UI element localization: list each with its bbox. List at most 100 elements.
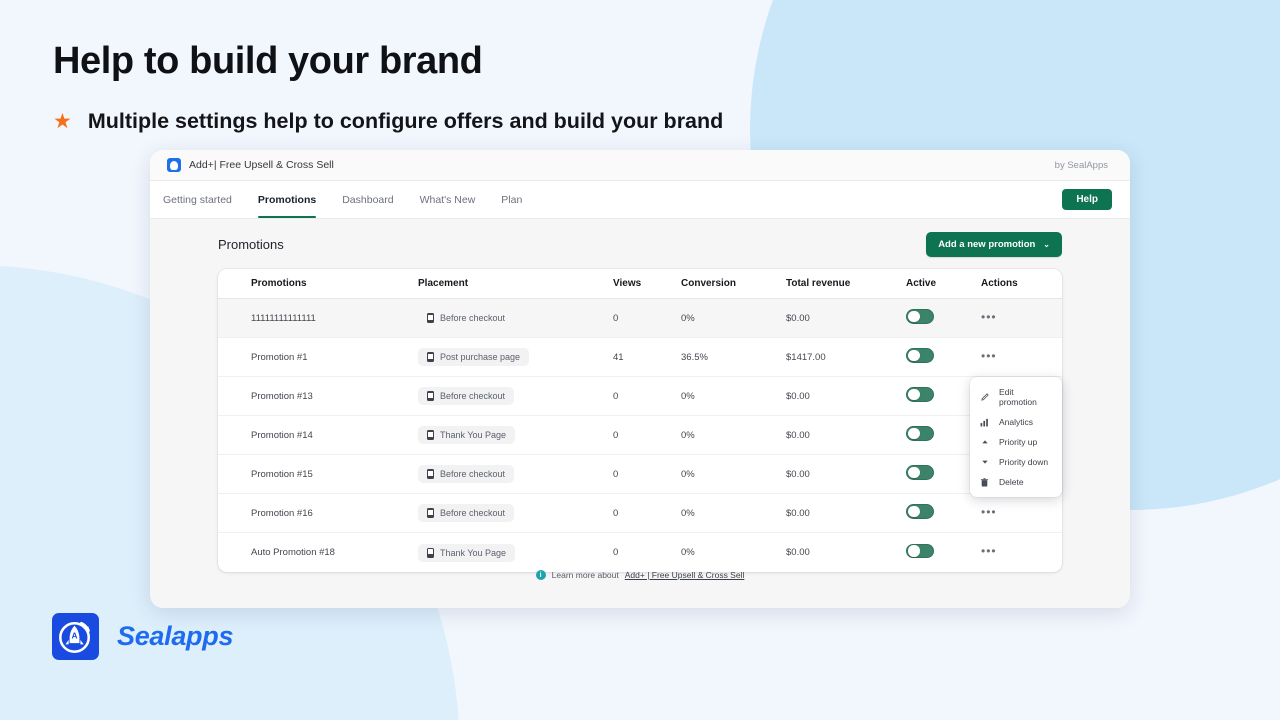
help-button[interactable]: Help (1062, 189, 1112, 210)
column-header-promotions: Promotions (218, 278, 418, 289)
chevron-down-icon: ⌄ (1043, 240, 1050, 249)
menu-item-delete[interactable]: Delete (970, 472, 1062, 492)
active-toggle[interactable] (906, 348, 934, 363)
placement-badge: Before checkout (418, 504, 514, 522)
active-toggle[interactable] (906, 504, 934, 519)
cell-views: 0 (613, 391, 681, 402)
row-actions-button[interactable]: ••• (981, 509, 997, 515)
cell-promotion-name: Promotion #1 (218, 352, 418, 363)
cell-views: 0 (613, 508, 681, 519)
placement-badge: Post purchase page (418, 348, 529, 366)
menu-item-edit-promotion[interactable]: Edit promotion (970, 382, 1062, 412)
placement-badge: Before checkout (418, 387, 514, 405)
tab-plan[interactable]: Plan (488, 181, 535, 218)
cell-active (906, 309, 981, 327)
cell-total-revenue: $0.00 (786, 313, 906, 324)
add-new-promotion-button[interactable]: Add a new promotion ⌄ (926, 232, 1062, 257)
nav-tabs: Getting started Promotions Dashboard Wha… (150, 181, 535, 218)
menu-item-analytics[interactable]: Analytics (970, 412, 1062, 432)
cell-placement: Before checkout (418, 504, 613, 522)
active-toggle[interactable] (906, 309, 934, 324)
caret-down-icon (979, 458, 990, 466)
app-topbar: Add+| Free Upsell & Cross Sell by SealAp… (150, 150, 1130, 181)
placement-badge: Thank You Page (418, 426, 515, 444)
menu-item-priority-down[interactable]: Priority down (970, 452, 1062, 472)
cell-total-revenue: $0.00 (786, 469, 906, 480)
promotions-table: Promotions Placement Views Conversion To… (218, 269, 1062, 572)
table-header-row: Promotions Placement Views Conversion To… (218, 269, 1062, 299)
placement-badge: Before checkout (418, 465, 514, 483)
cell-conversion: 0% (681, 313, 786, 324)
sealapps-wordmark: Sealapps (117, 621, 233, 652)
app-nav: Getting started Promotions Dashboard Wha… (150, 181, 1130, 219)
menu-item-label: Delete (999, 477, 1024, 487)
cell-conversion: 0% (681, 508, 786, 519)
tab-promotions[interactable]: Promotions (245, 181, 329, 218)
tab-getting-started[interactable]: Getting started (150, 181, 245, 218)
device-icon (427, 391, 434, 401)
column-header-active: Active (906, 278, 981, 289)
cell-total-revenue: $0.00 (786, 430, 906, 441)
cell-promotion-name: Promotion #16 (218, 508, 418, 519)
page-title: Help to build your brand (53, 40, 723, 83)
cell-conversion: 0% (681, 469, 786, 480)
cell-promotion-name: Promotion #13 (218, 391, 418, 402)
actions-dropdown-menu[interactable]: Edit promotion Analytics Priority up Pri… (970, 377, 1062, 497)
column-header-actions: Actions (981, 278, 1061, 289)
active-toggle[interactable] (906, 426, 934, 441)
row-actions-button[interactable]: ••• (981, 353, 997, 359)
cell-actions: ••• (981, 508, 1061, 519)
menu-item-label: Analytics (999, 417, 1033, 427)
cell-placement: Before checkout (418, 309, 613, 327)
sealapps-branding: A Sealapps (52, 613, 233, 660)
column-header-placement: Placement (418, 278, 613, 289)
active-toggle[interactable] (906, 387, 934, 402)
table-row[interactable]: Promotion #16Before checkout00%$0.00••• (218, 494, 1062, 533)
cell-active (906, 504, 981, 522)
sealapps-rocket-icon: A (52, 613, 99, 660)
table-row[interactable]: Promotion #13Before checkout00%$0.00••• (218, 377, 1062, 416)
cell-total-revenue: $1417.00 (786, 352, 906, 363)
table-row[interactable]: Promotion #1Post purchase page4136.5%$14… (218, 338, 1062, 377)
cell-views: 0 (613, 313, 681, 324)
column-header-views: Views (613, 278, 681, 289)
active-toggle[interactable] (906, 465, 934, 480)
cell-views: 0 (613, 430, 681, 441)
table-row[interactable]: Promotion #14Thank You Page00%$0.00••• (218, 416, 1062, 455)
cell-active (906, 348, 981, 366)
device-icon (427, 352, 434, 362)
bar-chart-icon (979, 418, 990, 427)
device-icon (427, 508, 434, 518)
cell-placement: Thank You Page (418, 426, 613, 444)
app-logo-icon (167, 158, 181, 172)
footer-app-link[interactable]: Add+ | Free Upsell & Cross Sell (625, 570, 745, 580)
placement-label: Post purchase page (440, 352, 520, 362)
cell-conversion: 36.5% (681, 352, 786, 363)
device-icon (427, 469, 434, 479)
info-icon: i (536, 570, 546, 580)
app-brand: Add+| Free Upsell & Cross Sell (167, 158, 334, 172)
tab-whats-new[interactable]: What's New (407, 181, 489, 218)
bullet-row: ★ Multiple settings help to configure of… (53, 109, 723, 134)
svg-text:A: A (72, 630, 78, 640)
column-header-total-revenue: Total revenue (786, 278, 906, 289)
device-icon (427, 313, 434, 323)
cell-actions: ••• (981, 313, 1061, 324)
placement-label: Before checkout (440, 313, 505, 323)
slide-header: Help to build your brand ★ Multiple sett… (53, 40, 723, 134)
cell-conversion: 0% (681, 391, 786, 402)
app-footer: i Learn more about Add+ | Free Upsell & … (150, 542, 1130, 608)
table-row[interactable]: 11111111111111Before checkout00%$0.00••• (218, 299, 1062, 338)
nav-right: Help (1062, 181, 1112, 218)
menu-item-priority-up[interactable]: Priority up (970, 432, 1062, 452)
caret-up-icon (979, 438, 990, 446)
placement-label: Thank You Page (440, 430, 506, 440)
add-new-promotion-label: Add a new promotion (938, 239, 1035, 250)
app-name: Add+| Free Upsell & Cross Sell (189, 159, 334, 171)
app-vendor-label: by SealApps (1055, 160, 1108, 171)
placement-badge: Before checkout (418, 309, 514, 327)
tab-dashboard[interactable]: Dashboard (329, 181, 406, 218)
row-actions-button[interactable]: ••• (981, 314, 997, 320)
table-row[interactable]: Promotion #15Before checkout00%$0.00••• (218, 455, 1062, 494)
cell-actions: ••• (981, 352, 1061, 363)
